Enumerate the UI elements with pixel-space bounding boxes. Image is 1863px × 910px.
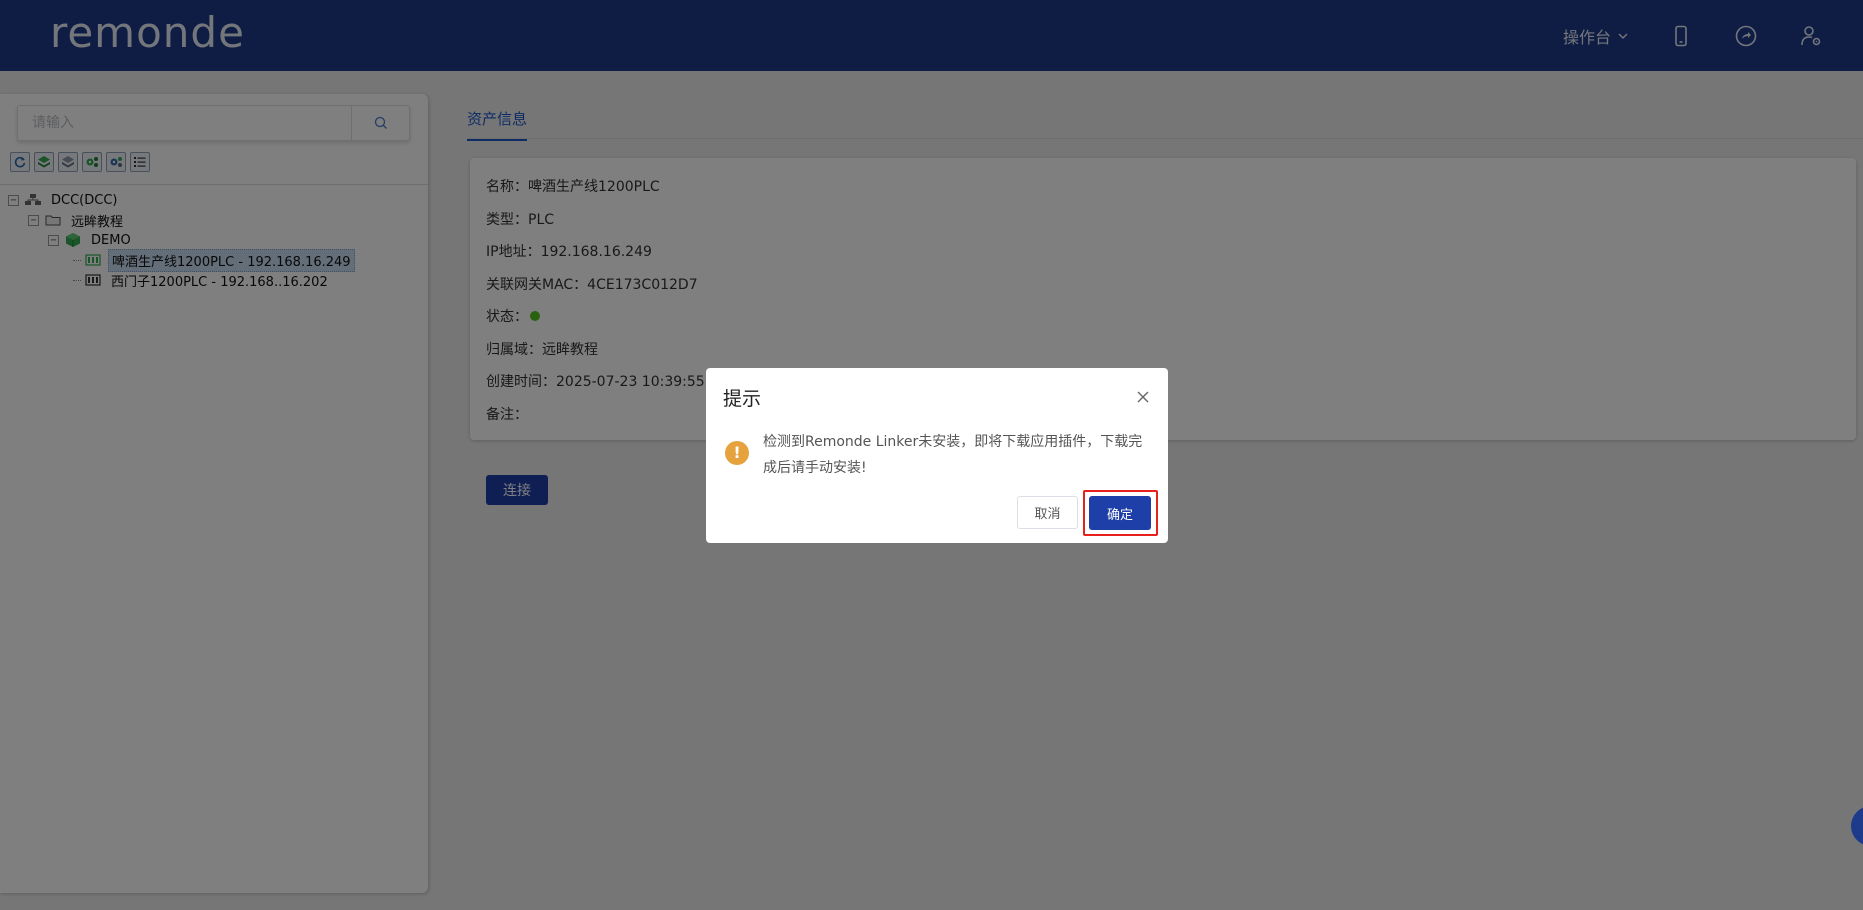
cancel-button[interactable]: 取消 (1017, 496, 1078, 529)
dialog-title: 提示 (723, 388, 762, 410)
close-icon[interactable] (1136, 390, 1150, 404)
warning-icon: ! (725, 441, 749, 465)
dialog-message: 检测到Remonde Linker未安装，即将下载应用插件，下载完成后请手动安装… (763, 434, 1143, 476)
install-prompt-dialog: 提示 ! 检测到Remonde Linker未安装，即将下载应用插件，下载完成后… (706, 368, 1168, 543)
confirm-button[interactable]: 确定 (1089, 496, 1151, 530)
